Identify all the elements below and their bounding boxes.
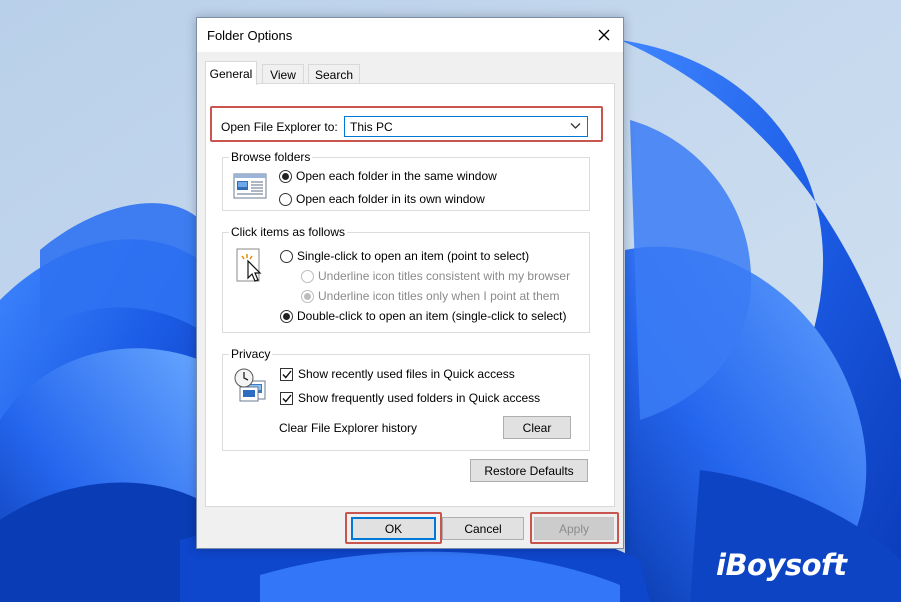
single-click-label: Single-click to open an item (point to s… [297,249,530,263]
checkbox-frequent-folders[interactable] [280,391,293,405]
radio-double-click[interactable] [280,309,293,323]
underline-point-option[interactable]: Underline icon titles only when I point … [301,289,559,303]
open-explorer-label: Open File Explorer to: [221,120,338,134]
underline-browser-option[interactable]: Underline icon titles consistent with my… [301,269,570,283]
clear-button[interactable]: Clear [503,416,571,439]
underline-point-label: Underline icon titles only when I point … [318,289,560,303]
checkmark-icon [281,394,292,403]
close-button[interactable] [593,24,615,46]
click-items-title: Click items as follows [229,225,348,239]
same-window-label: Open each folder in the same window [296,169,497,183]
double-click-label: Double-click to open an item (single-cli… [297,309,567,323]
general-tab-panel: Open File Explorer to: This PC Browse fo… [205,83,615,507]
recent-files-label: Show recently used files in Quick access [298,367,515,381]
underline-browser-label: Underline icon titles consistent with my… [318,269,571,283]
double-click-option[interactable]: Double-click to open an item (single-cli… [280,309,566,323]
dialog-title: Folder Options [207,28,293,43]
clear-history-label: Clear File Explorer history [279,421,418,435]
single-click-option[interactable]: Single-click to open an item (point to s… [280,249,529,263]
radio-underline-browser[interactable] [301,269,314,283]
close-icon [598,29,610,41]
tab-general[interactable]: General [205,61,257,85]
tab-view[interactable]: View [262,64,304,84]
recent-files-option[interactable]: Show recently used files in Quick access [280,367,515,381]
radio-underline-point[interactable] [301,289,314,303]
chevron-down-icon [570,123,581,129]
folder-window-icon [233,173,267,199]
browse-own-window-option[interactable]: Open each folder in its own window [279,192,485,206]
open-explorer-value: This PC [350,120,393,134]
pointer-click-icon [236,248,262,282]
folder-options-dialog: Folder Options General View Search Open … [196,17,624,549]
apply-button[interactable]: Apply [534,517,614,540]
radio-single-click[interactable] [280,249,293,263]
radio-same-window[interactable] [279,169,292,183]
frequent-folders-option[interactable]: Show frequently used folders in Quick ac… [280,391,540,405]
restore-defaults-button[interactable]: Restore Defaults [470,459,588,482]
title-bar: Folder Options [197,18,623,52]
clock-history-icon [234,368,266,402]
frequent-folders-label: Show frequently used folders in Quick ac… [298,391,541,405]
browse-same-window-option[interactable]: Open each folder in the same window [279,169,497,183]
browse-folders-title: Browse folders [229,150,313,164]
open-explorer-dropdown[interactable]: This PC [344,116,588,137]
click-items-group: Click items as follows Single-click to o… [222,225,590,333]
cancel-button[interactable]: Cancel [442,517,524,540]
checkmark-icon [281,370,292,379]
privacy-group: Privacy Show recently used files in Quic… [222,347,590,451]
tab-search[interactable]: Search [308,64,360,84]
ok-button[interactable]: OK [351,517,436,540]
own-window-label: Open each folder in its own window [296,192,485,206]
privacy-title: Privacy [229,347,273,361]
checkbox-recent-files[interactable] [280,367,293,381]
watermark-logo: iBoysoft [716,548,847,582]
radio-own-window[interactable] [279,192,292,206]
browse-folders-group: Browse folders Open each folder in the s… [222,150,590,211]
